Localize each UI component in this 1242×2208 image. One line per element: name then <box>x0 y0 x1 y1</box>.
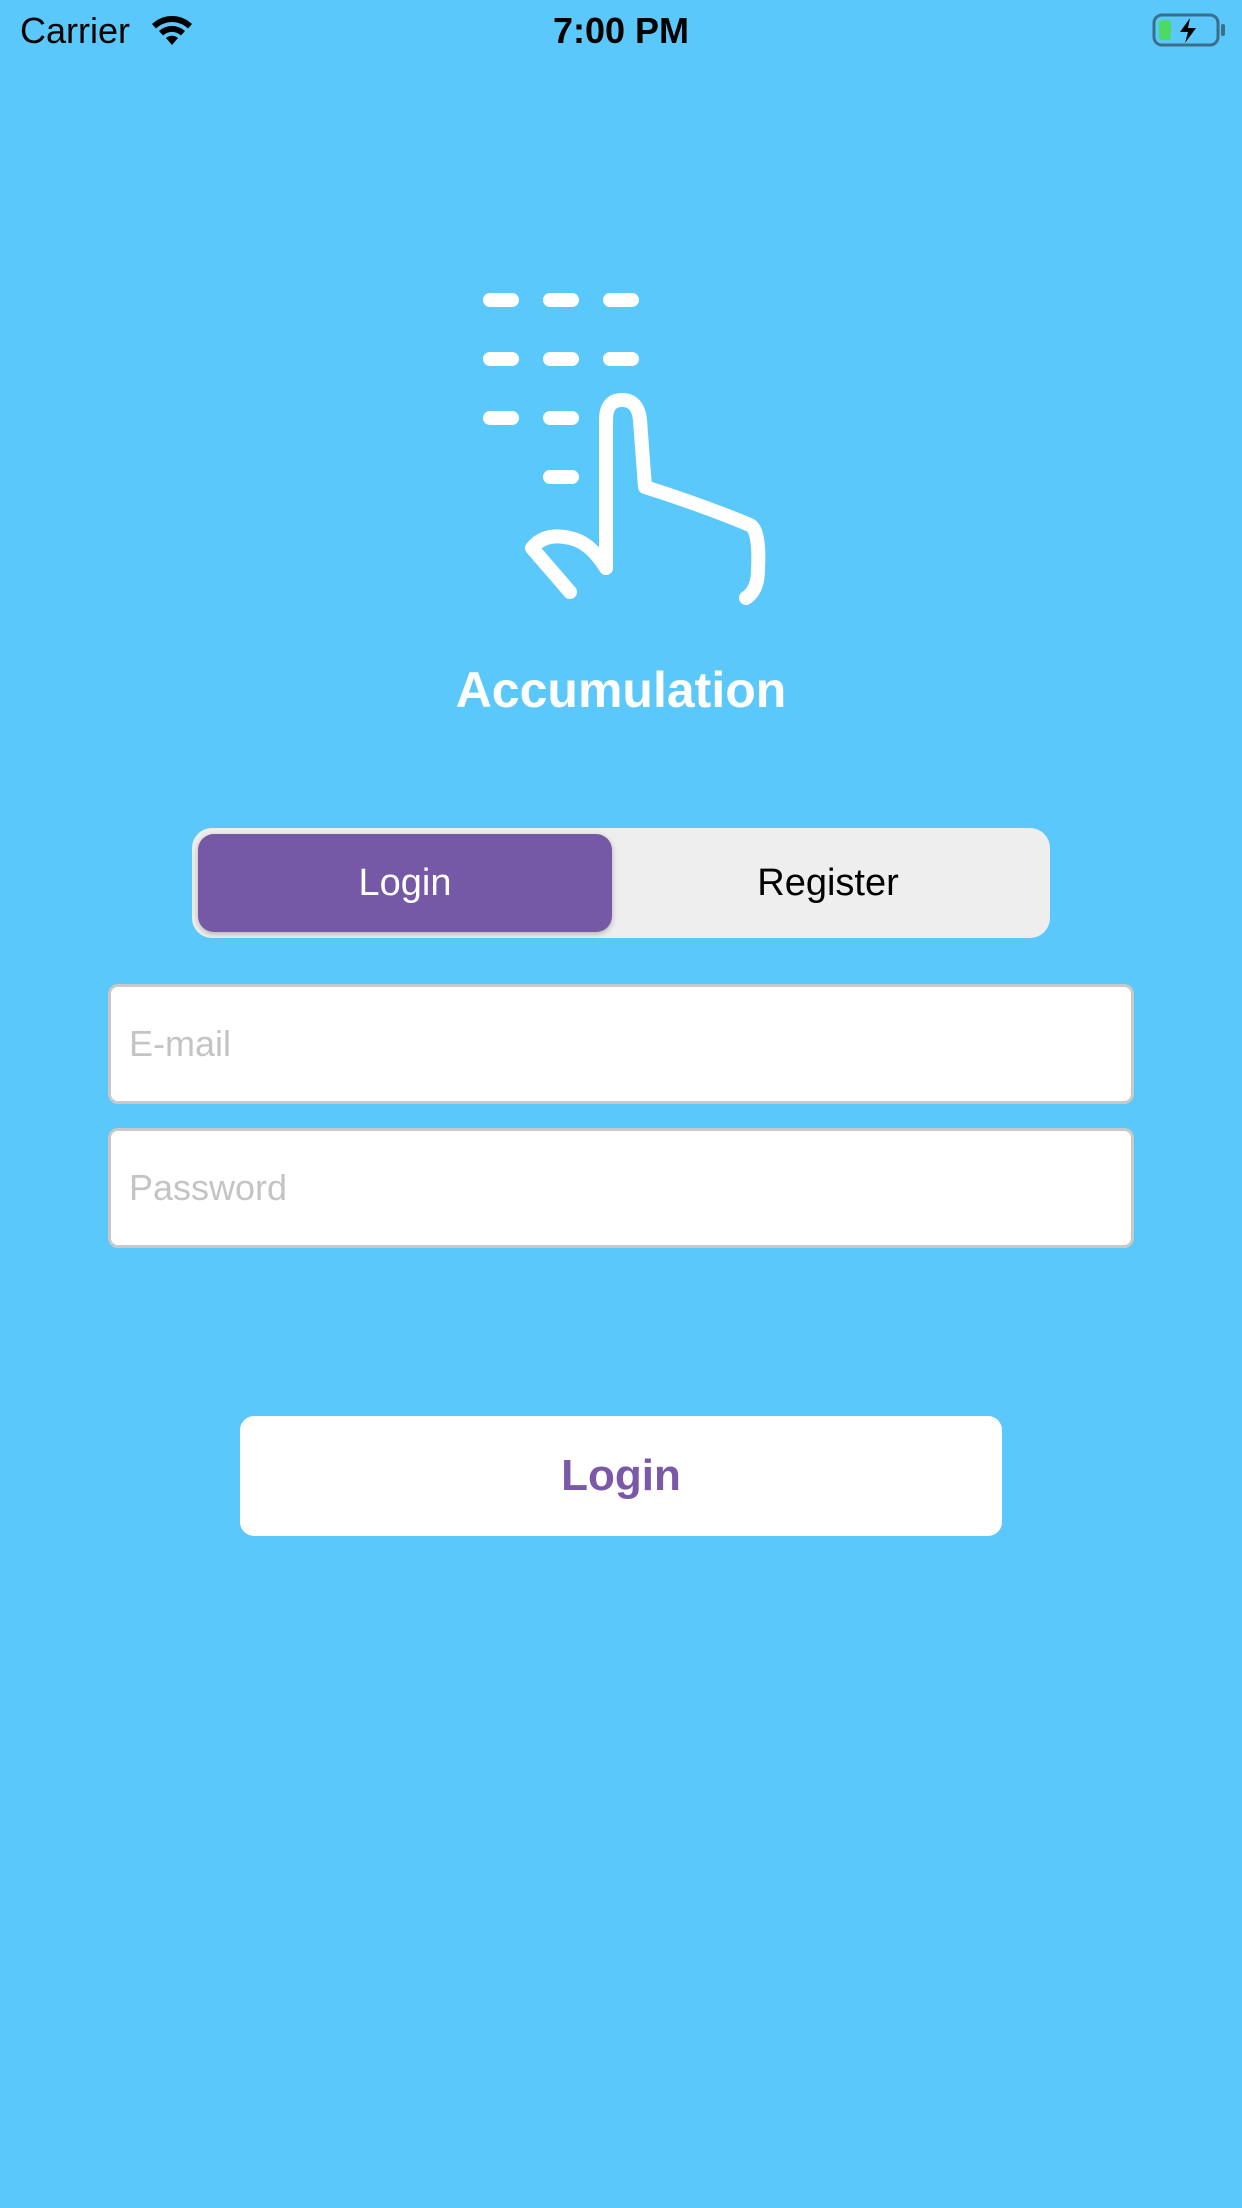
battery-charging-icon <box>1152 13 1225 47</box>
app-title: Accumulation <box>455 662 787 718</box>
status-time: 7:00 PM <box>552 10 690 51</box>
tab-login[interactable]: Login <box>198 834 612 932</box>
email-field[interactable] <box>108 984 1134 1104</box>
tab-register[interactable]: Register <box>612 834 1044 932</box>
auth-mode-segmented-control: Login Register <box>192 828 1050 938</box>
status-bar: Carrier 7:00 PM <box>0 0 1242 62</box>
password-field[interactable] <box>108 1128 1134 1248</box>
hand-pointer-tap-icon <box>483 293 766 605</box>
login-button[interactable]: Login <box>240 1416 1002 1536</box>
